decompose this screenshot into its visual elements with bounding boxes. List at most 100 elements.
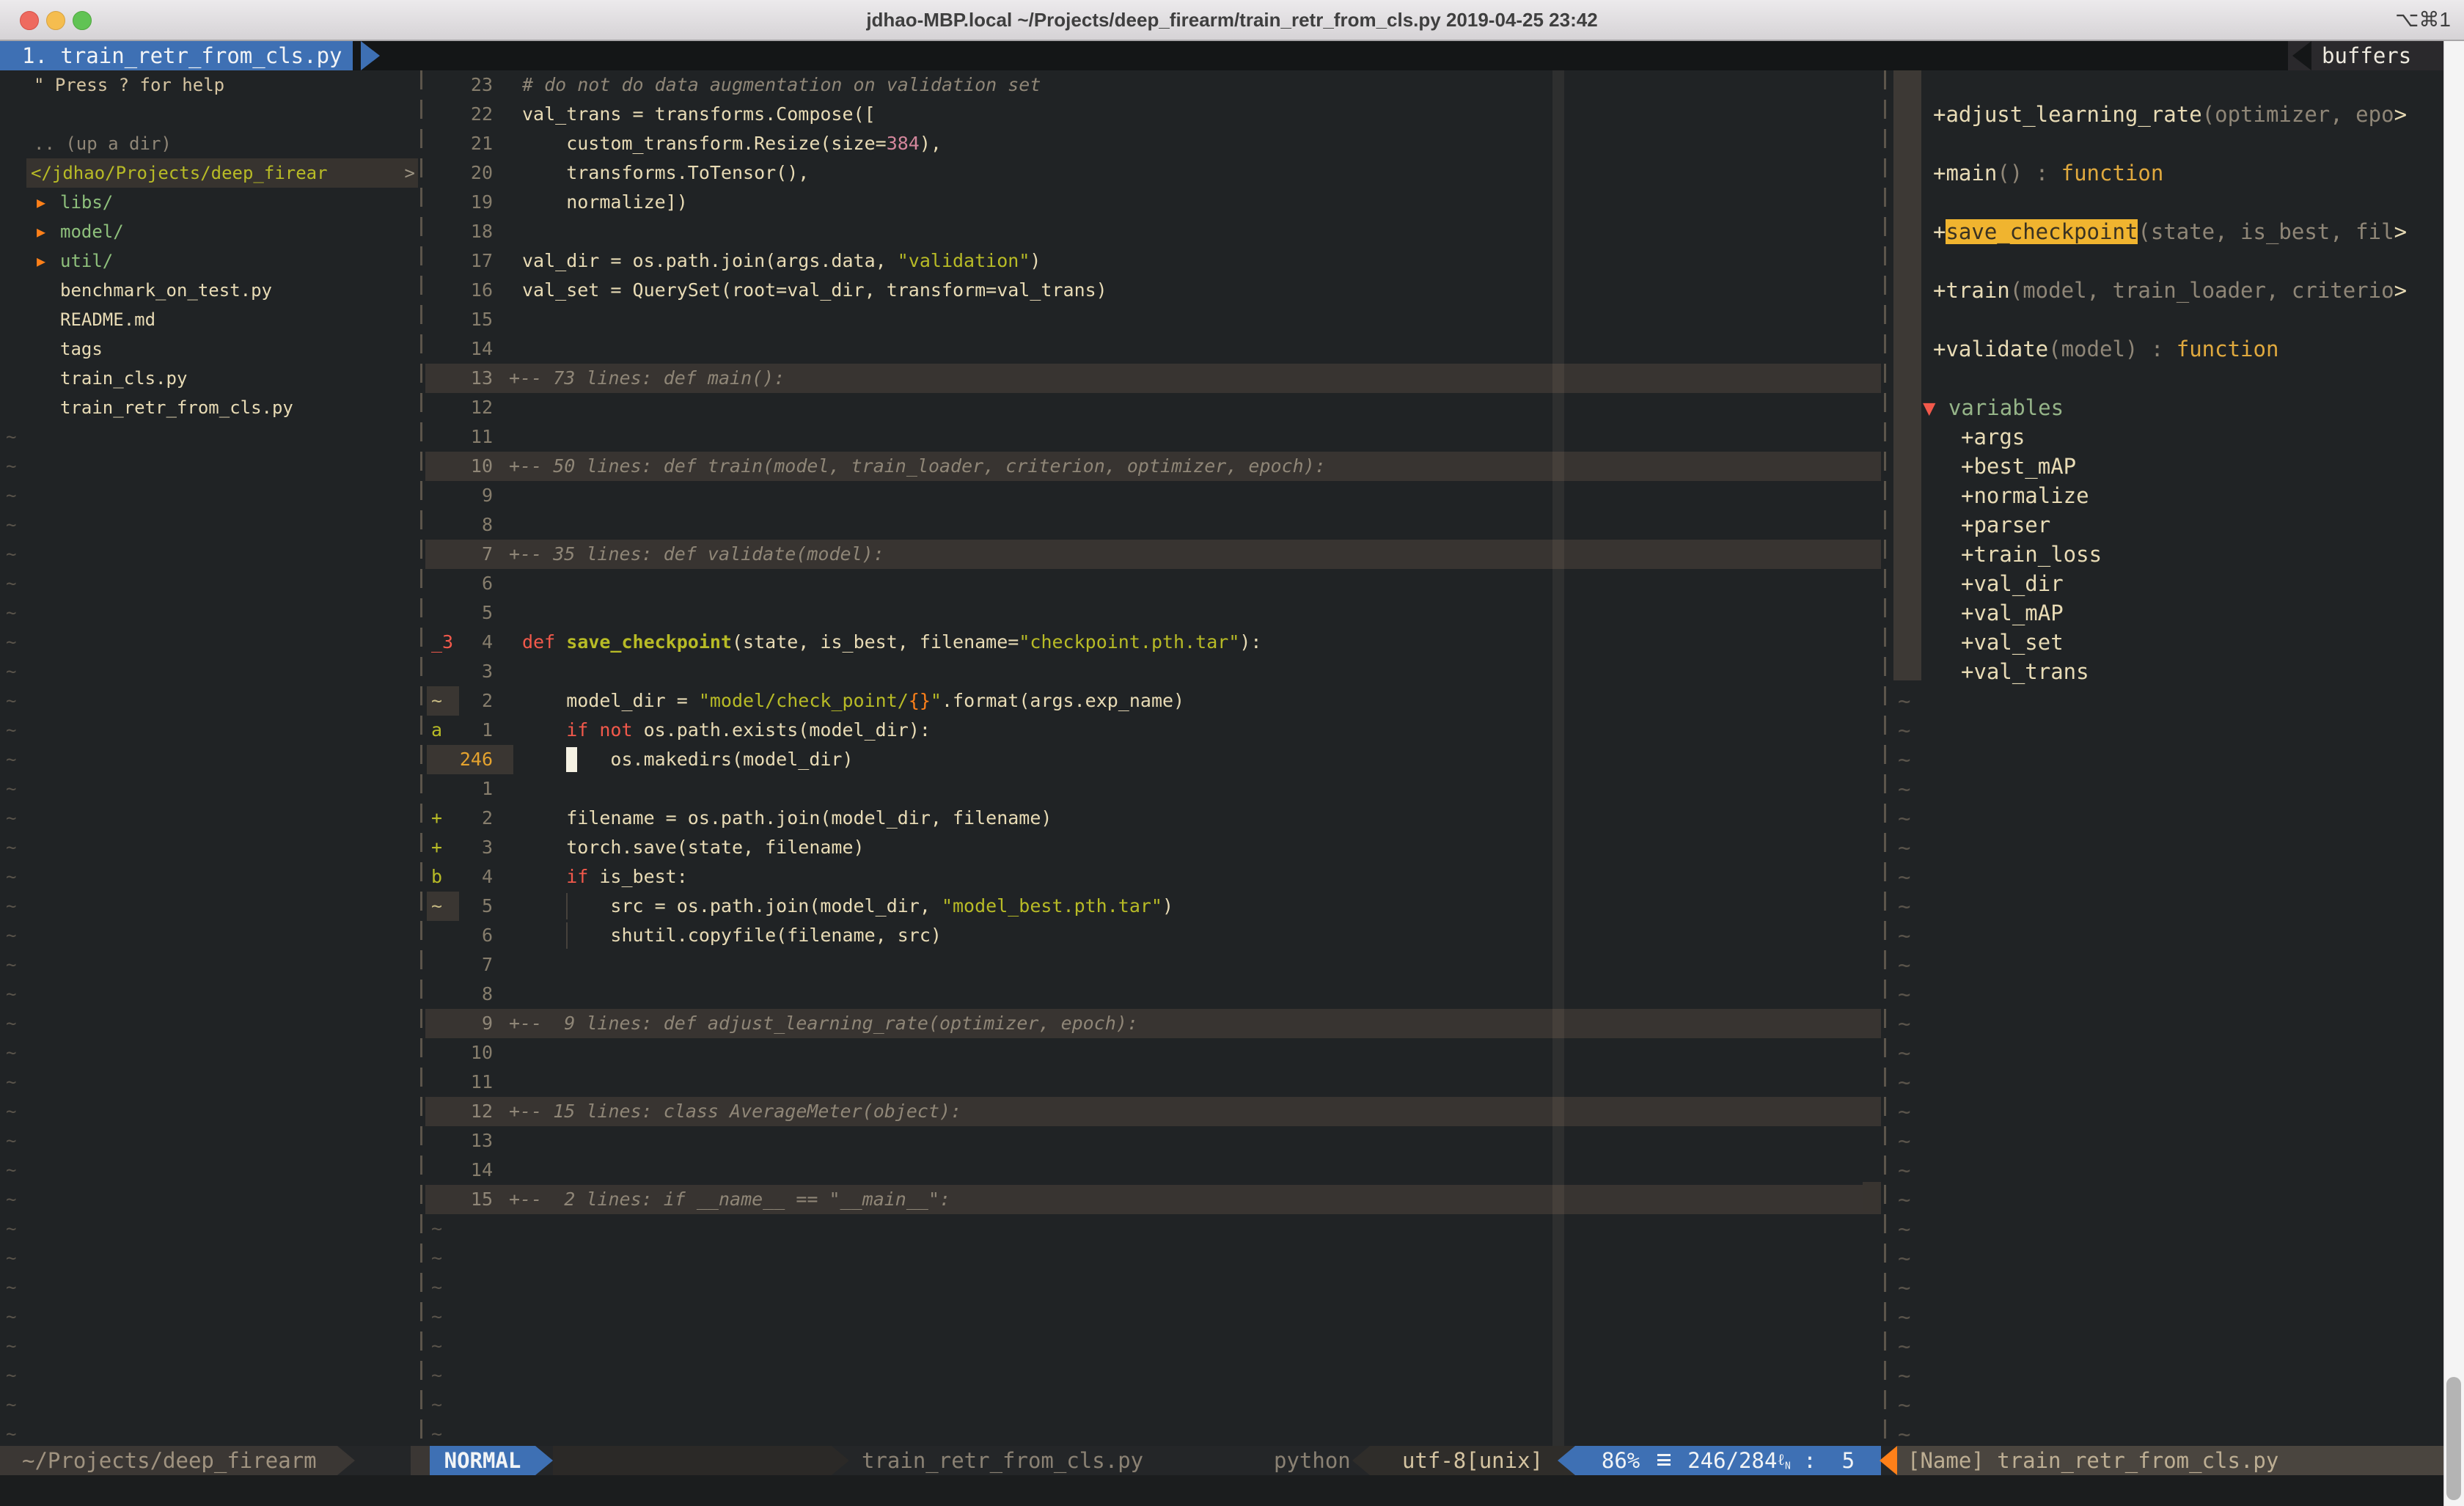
empty-line: ~ [0, 598, 419, 628]
tagbar-gutter-stripe [1893, 70, 1921, 680]
editor-edge-block [1863, 1182, 1881, 1211]
code-line[interactable]: +2 filename = os.path.join(model_dir, fi… [425, 804, 1881, 833]
tag-entry[interactable]: +val_dir [1891, 569, 2443, 598]
tag-variable: +train_loss [1961, 540, 2102, 569]
code-line[interactable]: 9 [425, 481, 1881, 510]
folded-line[interactable]: 13+-- 73 lines: def main(): [425, 364, 1881, 393]
syntax-segment: normalize]) [522, 191, 688, 213]
editor-window[interactable]: 23# do not do data augmentation on valid… [425, 70, 1881, 1446]
tag-entry[interactable]: +val_trans [1891, 657, 2443, 686]
scrollbar-thumb[interactable] [2446, 1377, 2461, 1500]
command-line-area[interactable] [0, 1475, 2464, 1506]
code-line[interactable]: 8 [425, 980, 1881, 1009]
statusline-filename: train_retr_from_cls.py [862, 1446, 1143, 1475]
tag-entry[interactable]: +train(model, train_loader, criterio> [1891, 276, 2443, 305]
line-number: 1 [425, 716, 493, 745]
code-line[interactable]: 3 [425, 657, 1881, 686]
code-line[interactable]: 8 [425, 510, 1881, 540]
code-line[interactable]: 21 custom_transform.Resize(size=384), [425, 129, 1881, 158]
folded-line[interactable]: 12+-- 15 lines: class AverageMeter(objec… [425, 1097, 1881, 1126]
tree-item[interactable]: ▶model/ [0, 217, 419, 246]
code-line[interactable]: 20 transforms.ToTensor(), [425, 158, 1881, 188]
folded-line[interactable]: 9+-- 9 lines: def adjust_learning_rate(o… [425, 1009, 1881, 1038]
tag-entry[interactable]: +validate(model) : function [1891, 334, 2443, 364]
code-line[interactable]: 18 [425, 217, 1881, 246]
empty-line: ~ [0, 1156, 419, 1185]
tag-entry[interactable]: +normalize [1891, 481, 2443, 510]
code-line[interactable]: 14 [425, 1156, 1881, 1185]
folded-line[interactable]: 7+-- 35 lines: def validate(model): [425, 540, 1881, 569]
code-line[interactable]: _34def save_checkpoint(state, is_best, f… [425, 628, 1881, 657]
tree-item[interactable]: tags [0, 334, 419, 364]
code-line[interactable]: 16val_set = QuerySet(root=val_dir, trans… [425, 276, 1881, 305]
tag-entry[interactable]: +best_mAP [1891, 452, 2443, 481]
statusline: ~/Projects/deep_firearm NORMAL +8 ~3 -3 … [0, 1446, 2464, 1475]
blank-line [1891, 188, 2443, 217]
code-line[interactable]: 1 [425, 774, 1881, 804]
tag-entry[interactable]: +val_set [1891, 628, 2443, 657]
tree-item[interactable]: ▶util/ [0, 246, 419, 276]
vertical-scrollbar[interactable] [2443, 41, 2464, 1506]
code-line[interactable]: b4 if is_best: [425, 862, 1881, 892]
tilde-marker: ~ [6, 598, 16, 628]
empty-line: ~ [0, 1419, 419, 1446]
nerdtree-split-separator[interactable] [420, 70, 422, 1446]
tree-item[interactable]: train_cls.py [0, 364, 419, 393]
chevron-right-icon: ▶ [37, 217, 45, 246]
empty-line: ~ [0, 774, 419, 804]
folded-line[interactable]: 15+-- 2 lines: if __name__ == "__main__"… [425, 1185, 1881, 1214]
empty-line: ~ [0, 950, 419, 980]
code-line[interactable]: 6 [425, 569, 1881, 598]
tree-file-name: train_cls.py [60, 364, 187, 393]
code-line[interactable]: 22val_trans = transforms.Compose([ [425, 100, 1881, 129]
code-line[interactable]: 23# do not do data augmentation on valid… [425, 70, 1881, 100]
tree-item[interactable]: .. (up a dir) [0, 129, 419, 158]
line-number: 17 [425, 246, 493, 276]
tagbar-split-separator[interactable] [1884, 70, 1886, 1446]
code-line[interactable]: 14 [425, 334, 1881, 364]
empty-line: ~ [0, 540, 419, 569]
code-line[interactable]: 11 [425, 1068, 1881, 1097]
code-line[interactable]: +3 torch.save(state, filename) [425, 833, 1881, 862]
tree-item[interactable]: README.md [0, 305, 419, 334]
tilde-marker: ~ [1898, 1068, 1910, 1097]
buffers-tab-area[interactable]: buffers [2288, 41, 2443, 70]
syntax-segment: filename = os.path.join(model_dir, filen… [522, 807, 1052, 829]
code-line[interactable]: ~5 src = os.path.join(model_dir, "model_… [425, 892, 1881, 921]
code-line[interactable]: 13 [425, 1126, 1881, 1156]
tree-item[interactable]: ▶libs/ [0, 188, 419, 217]
line-number: 15 [425, 1185, 493, 1214]
code-line[interactable]: 7 [425, 950, 1881, 980]
tilde-marker: ~ [6, 1419, 16, 1446]
tag-entry[interactable]: +main() : function [1891, 158, 2443, 188]
folded-line[interactable]: 10+-- 50 lines: def train(model, train_l… [425, 452, 1881, 481]
code-line[interactable]: 246 os.makedirs(model_dir) [425, 745, 1881, 774]
code-line[interactable]: 11 [425, 422, 1881, 452]
tilde-marker: ~ [1898, 774, 1910, 804]
tag-entry[interactable]: +val_mAP [1891, 598, 2443, 628]
tag-entry[interactable]: +args [1891, 422, 2443, 452]
tree-item[interactable]: benchmark_on_test.py [0, 276, 419, 305]
code-line[interactable]: 10 [425, 1038, 1881, 1068]
statusline-position: 86% 246/284ℓN : 5 [1575, 1446, 1881, 1475]
tag-entry[interactable]: ▼ variables [1891, 393, 2443, 422]
code-line[interactable]: ~2 model_dir = "model/check_point/{}".fo… [425, 686, 1881, 716]
tag-entry[interactable]: +parser [1891, 510, 2443, 540]
code-line[interactable]: a1 if not os.path.exists(model_dir): [425, 716, 1881, 745]
tab-active[interactable]: 1. train_retr_from_cls.py [0, 41, 353, 70]
code-line[interactable]: 5 [425, 598, 1881, 628]
tag-entry[interactable]: +adjust_learning_rate(optimizer, epo> [1891, 100, 2443, 129]
empty-line: ~ [1891, 686, 2443, 716]
tag-entry[interactable]: +train_loss [1891, 540, 2443, 569]
code-line[interactable]: 6 shutil.copyfile(filename, src) [425, 921, 1881, 950]
code-line[interactable]: 15 [425, 305, 1881, 334]
tree-item[interactable]: train_retr_from_cls.py [0, 393, 419, 422]
tag-entry[interactable]: +save_checkpoint(state, is_best, fil> [1891, 217, 2443, 246]
tilde-marker: ~ [6, 1185, 16, 1214]
code-line[interactable]: 12 [425, 393, 1881, 422]
code-line[interactable]: 19 normalize]) [425, 188, 1881, 217]
tree-item[interactable]: </jdhao/Projects/deep_firear> [0, 158, 419, 188]
tagbar-sidebar: +adjust_learning_rate(optimizer, epo> +ma… [1891, 70, 2443, 1446]
code-line[interactable]: 17val_dir = os.path.join(args.data, "val… [425, 246, 1881, 276]
syntax-segment: ▼ [1923, 395, 1948, 420]
